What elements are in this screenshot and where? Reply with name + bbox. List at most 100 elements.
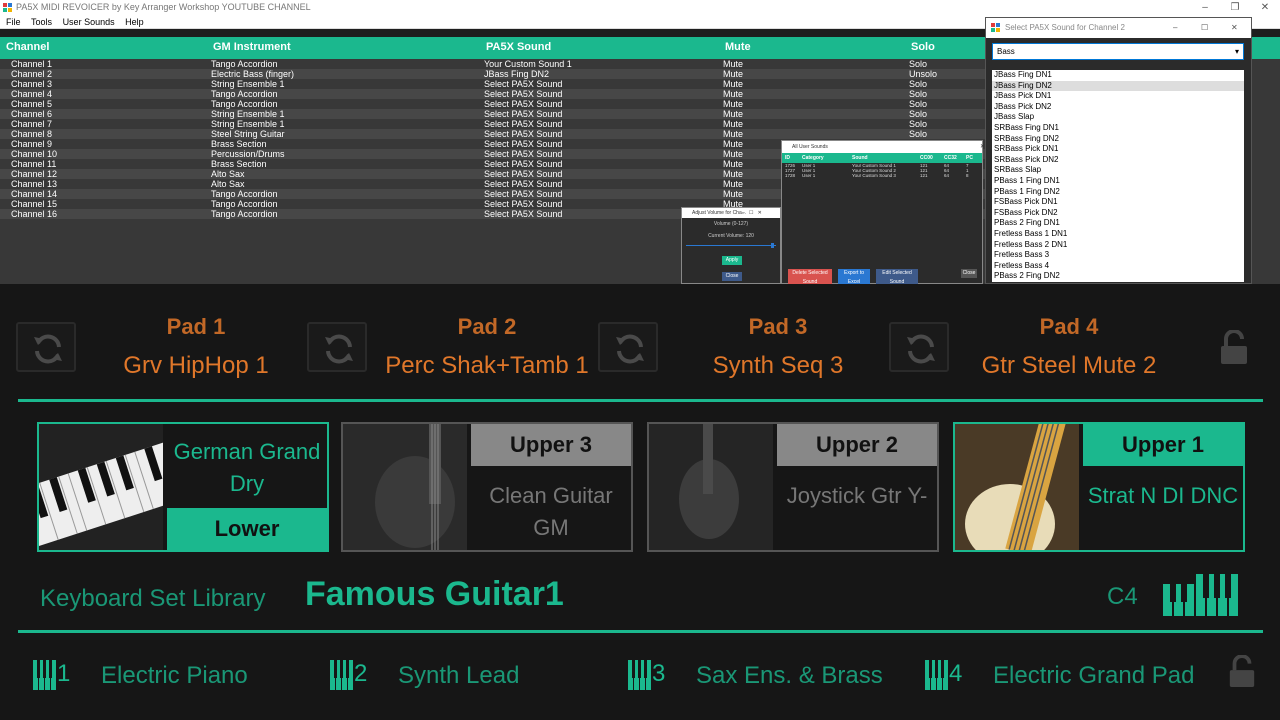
pa5x-sound-cell[interactable]: Select PA5X Sound bbox=[484, 169, 562, 179]
keyboard-sound-name[interactable]: German Grand Dry bbox=[167, 436, 327, 500]
list-item[interactable]: Fretless Bass 4 bbox=[992, 261, 1244, 272]
list-item[interactable]: JBass Slap bbox=[992, 112, 1244, 123]
mute-button[interactable]: Mute bbox=[723, 129, 743, 139]
mute-button[interactable]: Mute bbox=[723, 169, 743, 179]
list-item[interactable]: Fretless Bass 1 DN1 bbox=[992, 229, 1244, 240]
mute-button[interactable]: Mute bbox=[723, 79, 743, 89]
pad-sound[interactable]: Perc Shak+Tamb 1 bbox=[362, 352, 612, 380]
list-item[interactable]: JBass Fing DN2 bbox=[992, 80, 1244, 92]
mute-button[interactable]: Mute bbox=[723, 139, 743, 149]
col-channel[interactable]: Channel bbox=[6, 41, 49, 53]
table-row[interactable]: Channel 5 Tango Accordion Select PA5X Soun… bbox=[0, 99, 985, 109]
col-gm-instrument[interactable]: GM Instrument bbox=[213, 41, 291, 53]
close-icon[interactable]: ✕ bbox=[1250, 0, 1280, 15]
keyboard-card[interactable]: Lower German Grand Dry bbox=[37, 422, 329, 552]
table-row[interactable]: Channel 2 Electric Bass (finger) JBass Fin… bbox=[0, 69, 985, 79]
sound-list[interactable]: JBass Fing DN1 JBass Fing DN2 JBass Pick D… bbox=[992, 70, 1244, 282]
list-item[interactable]: FSBass Pick DN2 bbox=[992, 208, 1244, 219]
list-item[interactable]: PBass 1 Fing DN1 bbox=[992, 176, 1244, 187]
menu-tools[interactable]: Tools bbox=[31, 17, 52, 27]
sound-filter-combo[interactable]: Bass ▾ bbox=[992, 43, 1244, 60]
pa5x-sound-cell[interactable]: Select PA5X Sound bbox=[484, 209, 562, 219]
mute-button[interactable]: Mute bbox=[723, 99, 743, 109]
table-row[interactable]: Channel 4 Tango Accordion Select PA5X Soun… bbox=[0, 89, 985, 99]
list-item[interactable]: SRBass Slap bbox=[992, 165, 1244, 176]
pa5x-sound-cell[interactable]: Select PA5X Sound bbox=[484, 99, 562, 109]
keyboard-card[interactable]: Upper 2 Joystick Gtr Y- bbox=[647, 422, 939, 552]
col-pa5x-sound[interactable]: PA5X Sound bbox=[486, 41, 551, 53]
pa5x-sound-cell[interactable]: Select PA5X Sound bbox=[484, 149, 562, 159]
pa5x-sound-cell[interactable]: Select PA5X Sound bbox=[484, 79, 562, 89]
mute-button[interactable]: Mute bbox=[723, 59, 743, 69]
col-solo[interactable]: Solo bbox=[911, 41, 935, 53]
mute-button[interactable]: Mute bbox=[723, 109, 743, 119]
menu-user-sounds[interactable]: User Sounds bbox=[63, 17, 115, 27]
close-button[interactable]: Close bbox=[722, 272, 742, 281]
pa5x-sound-cell[interactable]: Select PA5X Sound bbox=[484, 139, 562, 149]
pa5x-sound-cell[interactable]: Select PA5X Sound bbox=[484, 159, 562, 169]
pad-sound[interactable]: Synth Seq 3 bbox=[653, 352, 903, 380]
table-row[interactable]: Channel 3 String Ensemble 1 Select PA5X So… bbox=[0, 79, 985, 89]
solo-button[interactable]: Solo bbox=[909, 109, 927, 119]
list-item[interactable]: SRBass Pick DN1 bbox=[992, 144, 1244, 155]
pad-refresh-button[interactable] bbox=[889, 322, 949, 372]
pa5x-sound-cell[interactable]: Select PA5X Sound bbox=[484, 119, 562, 129]
menu-file[interactable]: File bbox=[6, 17, 21, 27]
apply-button[interactable]: Apply bbox=[722, 256, 742, 265]
pa5x-sound-cell[interactable]: Your Custom Sound 1 bbox=[484, 59, 572, 69]
solo-button[interactable]: Unsolo bbox=[909, 69, 937, 79]
solo-button[interactable]: Solo bbox=[909, 119, 927, 129]
pad-sound[interactable]: Grv HipHop 1 bbox=[71, 352, 321, 380]
lock-open-icon[interactable] bbox=[1227, 654, 1257, 694]
pad-sound[interactable]: Gtr Steel Mute 2 bbox=[944, 352, 1194, 380]
close-dialog-button[interactable]: Close bbox=[961, 269, 977, 278]
pa5x-sound-cell[interactable]: Select PA5X Sound bbox=[484, 199, 562, 209]
lock-open-icon[interactable] bbox=[1218, 329, 1250, 371]
list-item[interactable]: SRBass Pick DN2 bbox=[992, 155, 1244, 166]
mute-button[interactable]: Mute bbox=[723, 179, 743, 189]
keyboard-card[interactable]: Upper 1 Strat N DI DNC bbox=[953, 422, 1245, 552]
table-row[interactable]: 1728 User 1 Your Custom Sound 3 121 64 8 bbox=[782, 173, 982, 178]
mute-button[interactable]: Mute bbox=[723, 89, 743, 99]
list-item[interactable]: PBass 2 Fing DN1 bbox=[992, 218, 1244, 229]
list-item[interactable]: PBass 1 Fing DN2 bbox=[992, 187, 1244, 198]
solo-button[interactable]: Solo bbox=[909, 79, 927, 89]
minimize-icon[interactable]: – bbox=[1190, 0, 1220, 15]
keyboard-sound-name[interactable]: Clean Guitar GM bbox=[471, 480, 631, 544]
list-item[interactable]: JBass Pick DN2 bbox=[992, 102, 1244, 113]
list-item[interactable]: SRBass Fing DN1 bbox=[992, 123, 1244, 134]
table-row[interactable]: Channel 6 String Ensemble 1 Select PA5X So… bbox=[0, 109, 985, 119]
pa5x-sound-cell[interactable]: Select PA5X Sound bbox=[484, 189, 562, 199]
keyboard-sound-name[interactable]: Strat N DI DNC bbox=[1083, 480, 1243, 512]
table-row[interactable]: Channel 8 Steel String Guitar Select PA5X … bbox=[0, 129, 985, 139]
list-item[interactable]: Fretless Bass 3 bbox=[992, 250, 1244, 261]
close-icon[interactable]: ✕ bbox=[1231, 18, 1238, 38]
mute-button[interactable]: Mute bbox=[723, 69, 743, 79]
mute-button[interactable]: Mute bbox=[723, 159, 743, 169]
pa5x-sound-cell[interactable]: Select PA5X Sound bbox=[484, 89, 562, 99]
menu-help[interactable]: Help bbox=[125, 17, 144, 27]
keyboard-card[interactable]: Upper 3 Clean Guitar GM bbox=[341, 422, 633, 552]
pa5x-sound-cell[interactable]: Select PA5X Sound bbox=[484, 109, 562, 119]
list-item[interactable]: PBass 2 Fing DN2 bbox=[992, 271, 1244, 282]
maximize-icon[interactable]: ☐ bbox=[1201, 18, 1208, 38]
minimize-icon[interactable]: – bbox=[1173, 18, 1177, 38]
list-item[interactable]: Fretless Bass 2 DN1 bbox=[992, 240, 1244, 251]
keyboard-icon[interactable] bbox=[1163, 574, 1243, 616]
split-point[interactable]: C4 bbox=[1107, 583, 1138, 611]
list-item[interactable]: JBass Fing DN1 bbox=[992, 70, 1244, 81]
solo-button[interactable]: Solo bbox=[909, 129, 927, 139]
keyboard-set-name[interactable]: Famous Guitar1 bbox=[305, 575, 564, 614]
table-row[interactable]: Channel 1 Tango Accordion Your Custom Soun… bbox=[0, 59, 985, 69]
solo-button[interactable]: Solo bbox=[909, 59, 927, 69]
pa5x-sound-cell[interactable]: Select PA5X Sound bbox=[484, 179, 562, 189]
mute-button[interactable]: Mute bbox=[723, 149, 743, 159]
mute-button[interactable]: Mute bbox=[723, 189, 743, 199]
pa5x-sound-cell[interactable]: Select PA5X Sound bbox=[484, 129, 562, 139]
list-item[interactable]: SRBass Fing DN2 bbox=[992, 134, 1244, 145]
pa5x-sound-cell[interactable]: JBass Fing DN2 bbox=[484, 69, 549, 79]
list-item[interactable]: JBass Pick DN1 bbox=[992, 91, 1244, 102]
volume-slider[interactable] bbox=[686, 245, 776, 246]
solo-button[interactable]: Solo bbox=[909, 89, 927, 99]
volume-slider-thumb[interactable] bbox=[771, 243, 775, 248]
